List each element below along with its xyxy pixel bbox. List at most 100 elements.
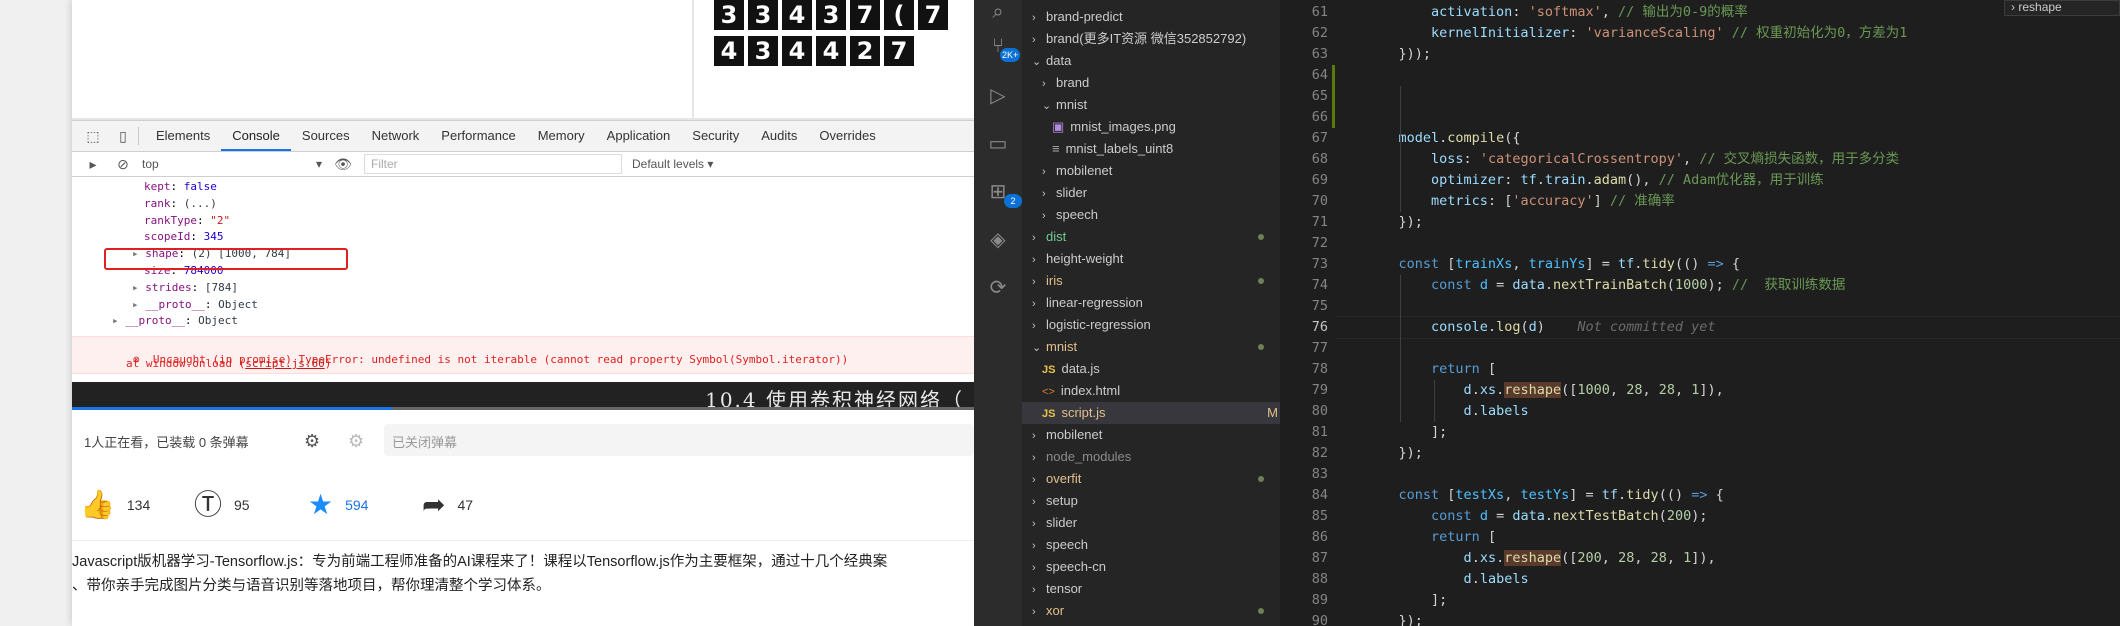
danmaku-settings-icon[interactable]: ⚙ — [348, 431, 364, 452]
folder-item[interactable]: › height-weight — [1022, 248, 1280, 270]
tab-network[interactable]: Network — [361, 121, 431, 151]
code-line[interactable]: }); — [1366, 611, 1423, 626]
share-button[interactable]: ➦ 47 — [422, 490, 473, 520]
property-key: kept — [144, 180, 171, 193]
error-source-link[interactable]: script.js:60 — [245, 357, 324, 370]
device-toolbar-icon[interactable]: ▯ — [114, 128, 132, 144]
folder-item[interactable]: › brand — [1022, 72, 1280, 94]
line-number: 65 — [1311, 88, 1328, 104]
context-select[interactable]: top ▾ — [142, 157, 322, 171]
code-line[interactable]: console.log(d) Not committed yet — [1366, 317, 1716, 338]
folder-item[interactable]: › overfit — [1022, 468, 1280, 490]
danmaku-toggle-icon[interactable]: ⚙ — [304, 431, 320, 452]
folder-item[interactable]: › brand(更多IT资源 微信352852792) — [1022, 28, 1280, 50]
folder-item[interactable]: › node_modules — [1022, 446, 1280, 468]
code-line[interactable]: ]; — [1366, 590, 1447, 611]
expand-arrow-icon[interactable]: ▸ — [112, 314, 125, 327]
property-key: rankType — [144, 213, 197, 227]
folder-item[interactable]: › dist — [1022, 226, 1280, 248]
line-number: 78 — [1311, 361, 1328, 377]
code-line[interactable]: d.labels — [1366, 401, 1529, 422]
tab-console[interactable]: Console — [221, 121, 291, 151]
file-item[interactable]: ≡ mnist_labels_uint8 — [1022, 138, 1280, 160]
folder-item[interactable]: › speech — [1022, 534, 1280, 556]
code-line[interactable]: kernelInitializer: 'varianceScaling' // … — [1366, 23, 1907, 44]
folder-item[interactable]: › mobilenet — [1022, 160, 1280, 182]
code-line[interactable]: const d = data.nextTrainBatch(1000); // … — [1366, 275, 1845, 296]
breadcrumb-tag[interactable]: › reshape — [2004, 0, 2120, 16]
filter-input[interactable]: Filter — [364, 154, 622, 174]
tab-performance[interactable]: Performance — [430, 121, 526, 151]
tab-elements[interactable]: Elements — [145, 121, 221, 151]
tab-sources[interactable]: Sources — [291, 121, 361, 151]
folder-item[interactable]: › slider — [1022, 182, 1280, 204]
code-line[interactable]: loss: 'categoricalCrossentropy', // 交叉熵损… — [1366, 149, 1899, 170]
code-line[interactable]: return [ — [1366, 527, 1496, 548]
tree-item-label: slider — [1056, 185, 1088, 200]
tab-audits[interactable]: Audits — [750, 121, 808, 151]
code-line[interactable]: const [testXs, testYs] = tf.tidy(() => { — [1366, 485, 1724, 506]
expand-arrow-icon[interactable]: ▸ — [132, 281, 145, 294]
clear-console-icon[interactable]: ⊘ — [114, 156, 132, 172]
context-value: top — [142, 157, 159, 171]
code-line[interactable]: d.xs.reshape([1000, 28, 28, 1]), — [1366, 380, 1724, 401]
folder-item[interactable]: › slider — [1022, 512, 1280, 534]
like-button[interactable]: 👍 134 — [80, 490, 150, 520]
folder-item[interactable]: › speech — [1022, 204, 1280, 226]
code-line[interactable]: }); — [1366, 443, 1423, 464]
file-item[interactable]: <> index.html — [1022, 380, 1280, 402]
folder-item[interactable]: › linear-regression — [1022, 292, 1280, 314]
code-line[interactable]: })); — [1366, 44, 1432, 65]
code-line[interactable]: optimizer: tf.train.adam(), // Adam优化器，用… — [1366, 170, 1824, 191]
folder-item[interactable]: ⌄ mnist — [1022, 336, 1280, 358]
file-item[interactable]: JS script.js M — [1022, 402, 1280, 424]
expand-arrow-icon[interactable]: ▸ — [132, 298, 145, 311]
danmaku-input[interactable]: 已关闭弹幕 — [384, 424, 974, 456]
favorite-button[interactable]: ★ 594 — [308, 490, 368, 520]
eye-icon[interactable]: 👁 — [334, 156, 352, 172]
remote-explorer-icon[interactable]: ▭ — [986, 132, 1010, 156]
console-property-row[interactable]: ▸ __proto__: Object — [72, 313, 974, 330]
tab-application[interactable]: Application — [596, 121, 682, 151]
folder-item[interactable]: › iris — [1022, 270, 1280, 292]
tab-memory[interactable]: Memory — [527, 121, 596, 151]
separator: : — [190, 230, 204, 244]
code-line[interactable]: d.labels — [1366, 569, 1529, 590]
chevron-right-icon: › — [1032, 430, 1036, 442]
inspect-icon[interactable]: ⬚ — [84, 128, 102, 144]
code-line[interactable]: }); — [1366, 212, 1423, 233]
tab-overrides[interactable]: Overrides — [808, 121, 886, 151]
folder-item[interactable]: › speech-cn — [1022, 556, 1280, 578]
run-debug-icon[interactable]: ▷ — [986, 84, 1010, 108]
code-line[interactable]: const [trainXs, trainYs] = tf.tidy(() =>… — [1366, 254, 1740, 275]
code-line[interactable]: return [ — [1366, 359, 1496, 380]
folder-item[interactable]: ⌄ mnist — [1022, 94, 1280, 116]
code-line[interactable]: d.xs.reshape([200, 28, 28, 1]), — [1366, 548, 1716, 569]
folder-item[interactable]: › brand-predict — [1022, 6, 1280, 28]
levels-select[interactable]: Default levels ▾ — [632, 157, 713, 171]
search-icon[interactable]: ⌕ — [986, 0, 1010, 24]
console-property-row[interactable]: ▸ strides: [784] — [72, 280, 974, 297]
file-item[interactable]: JS data.js — [1022, 358, 1280, 380]
tree-item-label: speech-cn — [1046, 559, 1106, 574]
folder-item[interactable]: › logistic-regression — [1022, 314, 1280, 336]
console-property-row[interactable]: ▸ __proto__: Object — [72, 297, 974, 314]
folder-item[interactable]: › mobilenet — [1022, 424, 1280, 446]
folder-item[interactable]: › setup — [1022, 490, 1280, 512]
code-line[interactable]: const d = data.nextTestBatch(200); — [1366, 506, 1707, 527]
folder-item[interactable]: ⌄ data — [1022, 50, 1280, 72]
code-line[interactable]: metrics: ['accuracy'] // 准确率 — [1366, 191, 1675, 212]
video-player-strip[interactable]: 10.4 使用卷积神经网络（ — [72, 382, 974, 412]
code-line[interactable]: model.compile({ — [1366, 128, 1521, 149]
code-line[interactable]: ]; — [1366, 422, 1447, 443]
file-item[interactable]: ▣ mnist_images.png — [1022, 116, 1280, 138]
sidebar-toggle-icon[interactable]: ▸ — [84, 156, 102, 172]
folder-item[interactable]: › tensor — [1022, 578, 1280, 600]
live-share-icon[interactable]: ⟳ — [986, 276, 1010, 300]
git-graph-icon[interactable]: ◈ — [986, 228, 1010, 252]
coin-button[interactable]: Ⓣ 95 — [194, 490, 250, 520]
code-line[interactable]: activation: 'softmax', // 输出为0-9的概率 — [1366, 2, 1748, 23]
folder-item[interactable]: › xor — [1022, 600, 1280, 622]
tab-security[interactable]: Security — [681, 121, 750, 151]
code-editor[interactable]: › reshape 61 activation: 'softmax', // 输… — [1280, 0, 2120, 626]
